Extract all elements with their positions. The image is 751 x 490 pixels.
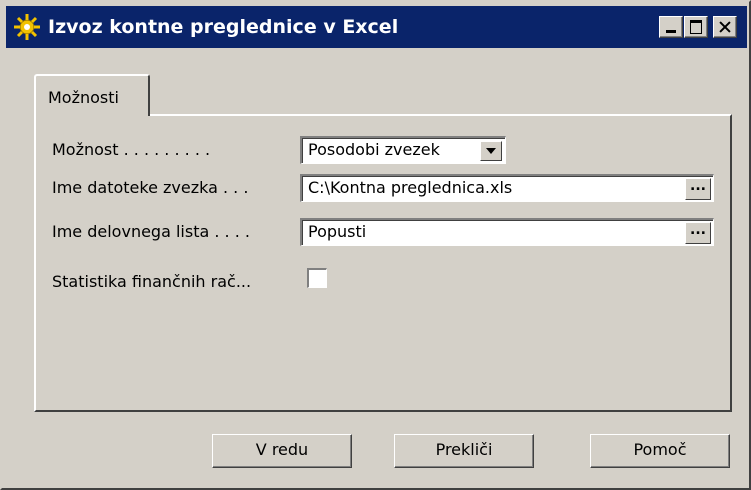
stats-label: Statistika finančnih rač... xyxy=(52,272,252,291)
tab-options[interactable]: Možnosti xyxy=(34,74,150,116)
option-select-value: Posodobi zvezek xyxy=(308,140,440,159)
maximize-button[interactable] xyxy=(684,16,708,38)
browse-worksheet-button[interactable]: ... xyxy=(685,222,711,244)
workbook-file-label: Ime datoteke zvezka . . . xyxy=(52,178,249,197)
browse-workbook-button[interactable]: ... xyxy=(685,178,711,200)
workbook-file-value: C:\Kontna preglednica.xls xyxy=(308,178,513,197)
help-button[interactable]: Pomoč xyxy=(590,434,730,468)
dialog-window: Izvoz kontne preglednice v Excel Možnost… xyxy=(0,0,751,490)
title-bar[interactable]: Izvoz kontne preglednice v Excel xyxy=(6,6,747,48)
ok-button[interactable]: V redu xyxy=(212,434,352,468)
stats-checkbox[interactable] xyxy=(307,268,327,288)
tab-options-label: Možnosti xyxy=(48,88,119,107)
worksheet-input[interactable]: Popusti ... xyxy=(300,218,714,246)
worksheet-label: Ime delovnega lista . . . . xyxy=(52,222,250,241)
option-label: Možnost . . . . . . . . . xyxy=(52,140,211,159)
workbook-file-input[interactable]: C:\Kontna preglednica.xls ... xyxy=(300,174,714,202)
close-button[interactable] xyxy=(713,16,737,38)
minimize-button[interactable] xyxy=(659,16,683,38)
cancel-button[interactable]: Prekliči xyxy=(394,434,534,468)
window-title: Izvoz kontne preglednice v Excel xyxy=(48,16,399,38)
gear-star-icon xyxy=(14,14,40,40)
worksheet-value: Popusti xyxy=(308,222,367,241)
option-select[interactable]: Posodobi zvezek xyxy=(300,136,506,164)
chevron-down-icon[interactable] xyxy=(480,141,502,161)
